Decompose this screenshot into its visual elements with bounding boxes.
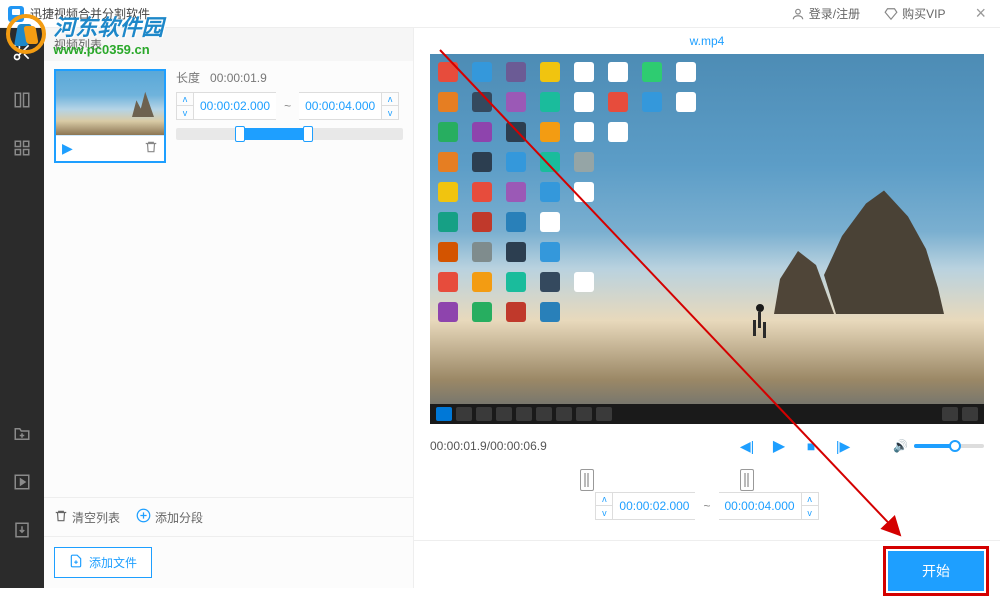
speaker-icon: 🔊 <box>893 439 908 453</box>
file-plus-icon <box>69 554 83 571</box>
clear-list-button[interactable]: 清空列表 <box>54 508 120 526</box>
clip-range-slider[interactable] <box>176 128 403 140</box>
app-icon <box>8 6 24 22</box>
clip-end-input[interactable]: 00:00:04.000 <box>299 92 381 120</box>
start-button[interactable]: 开始 <box>888 551 984 591</box>
buy-vip-button[interactable]: 购买VIP <box>884 5 945 22</box>
next-button[interactable]: |▶ <box>831 434 855 458</box>
start-spinner[interactable]: ʌv <box>176 92 194 120</box>
trash-icon[interactable] <box>144 140 158 157</box>
nav-grid-icon[interactable] <box>12 138 32 158</box>
right-panel: w.mp4 00:00:01.9/00:00:06.9 ◀| ▶ <box>414 28 1000 588</box>
range-time-editor: ʌv 00:00:02.000 ~ 00:00:04.000 ʌv <box>595 492 818 520</box>
titlebar: 迅捷视频合并分割软件 登录/注册 购买VIP × <box>0 0 1000 28</box>
range-end-spinner[interactable]: ʌv <box>801 492 819 520</box>
add-segment-button[interactable]: 添加分段 <box>136 508 203 526</box>
diamond-icon <box>884 7 898 21</box>
nav-split-icon[interactable] <box>12 90 32 110</box>
clip-thumbnail[interactable]: ▶ <box>54 69 166 163</box>
nav-output-icon[interactable] <box>12 472 32 492</box>
video-filename: w.mp4 <box>414 28 1000 54</box>
close-button[interactable]: × <box>969 3 992 24</box>
nav-add-folder-icon[interactable] <box>12 424 32 444</box>
user-icon <box>791 7 805 21</box>
time-display: 00:00:01.9/00:00:06.9 <box>430 439 547 453</box>
stop-button[interactable]: ■ <box>799 434 823 458</box>
prev-button[interactable]: ◀| <box>735 434 759 458</box>
add-file-button[interactable]: 添加文件 <box>54 547 152 578</box>
nav-cut-icon[interactable] <box>12 42 32 62</box>
plus-circle-icon <box>136 508 151 526</box>
nav-download-icon[interactable] <box>12 520 32 540</box>
play-icon[interactable]: ▶ <box>62 140 73 157</box>
clip-row: ▶ 长度 00:00:01.9 ʌv 00:00:02.000 ~ 00:00:… <box>44 61 413 171</box>
video-list-title: 视频列表 <box>44 28 413 61</box>
play-button[interactable]: ▶ <box>767 434 791 458</box>
volume-control[interactable]: 🔊 <box>893 439 984 453</box>
end-spinner[interactable]: ʌv <box>381 92 399 120</box>
left-panel: 视频列表 ▶ 长度 00:00:01.9 ʌv 00:00:02.000 <box>44 28 414 588</box>
clip-time-range: ʌv 00:00:02.000 ~ 00:00:04.000 ʌv <box>176 92 403 120</box>
app-title: 迅捷视频合并分割软件 <box>30 5 150 22</box>
video-preview[interactable] <box>430 54 984 424</box>
clip-start-input[interactable]: 00:00:02.000 <box>194 92 276 120</box>
range-start-input[interactable]: 00:00:02.000 <box>613 492 695 520</box>
range-start-spinner[interactable]: ʌv <box>595 492 613 520</box>
trash-icon <box>54 509 68 526</box>
range-end-input[interactable]: 00:00:04.000 <box>719 492 801 520</box>
login-button[interactable]: 登录/注册 <box>791 5 860 22</box>
desktop-icons <box>438 62 700 322</box>
playback-controls: 00:00:01.9/00:00:06.9 ◀| ▶ ■ |▶ 🔊 <box>414 424 1000 468</box>
sidebar <box>0 28 44 588</box>
duration-row: 长度 00:00:01.9 <box>176 69 403 86</box>
